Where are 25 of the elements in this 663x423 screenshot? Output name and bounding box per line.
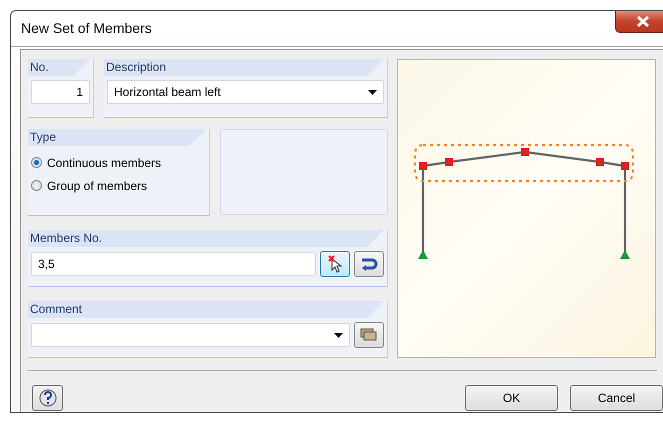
close-button[interactable] bbox=[615, 11, 663, 33]
windows-stack-button[interactable] bbox=[354, 322, 384, 348]
loop-arrow-icon bbox=[359, 257, 379, 271]
type-label: Type bbox=[28, 129, 209, 146]
members-field[interactable]: 3,5 bbox=[31, 252, 316, 276]
help-button[interactable] bbox=[32, 385, 63, 411]
windows-stack-icon bbox=[360, 328, 378, 342]
pick-pointer-button[interactable] bbox=[320, 251, 350, 277]
dialog-button[interactable]: Cancel bbox=[570, 385, 663, 411]
dropdown-arrow-icon bbox=[334, 332, 343, 338]
pointer-icon bbox=[327, 255, 343, 273]
number-label: No. bbox=[28, 59, 93, 76]
number-field[interactable]: 1 bbox=[31, 80, 90, 104]
dropdown-arrow-icon bbox=[368, 90, 377, 94]
dialog-button[interactable]: OK bbox=[465, 385, 558, 411]
window-title: New Set of Members bbox=[21, 20, 152, 36]
close-icon bbox=[636, 16, 650, 27]
radio-option[interactable]: Group of members bbox=[31, 174, 206, 197]
description-label: Description bbox=[104, 59, 387, 76]
radio-option[interactable]: Continuous members bbox=[31, 151, 206, 174]
members-label: Members No. bbox=[28, 230, 387, 247]
help-icon bbox=[38, 388, 58, 408]
description-dropdown[interactable]: Horizontal beam left bbox=[107, 80, 384, 104]
loop-arrow-button[interactable] bbox=[354, 251, 384, 277]
comment-label: Comment bbox=[28, 301, 387, 318]
